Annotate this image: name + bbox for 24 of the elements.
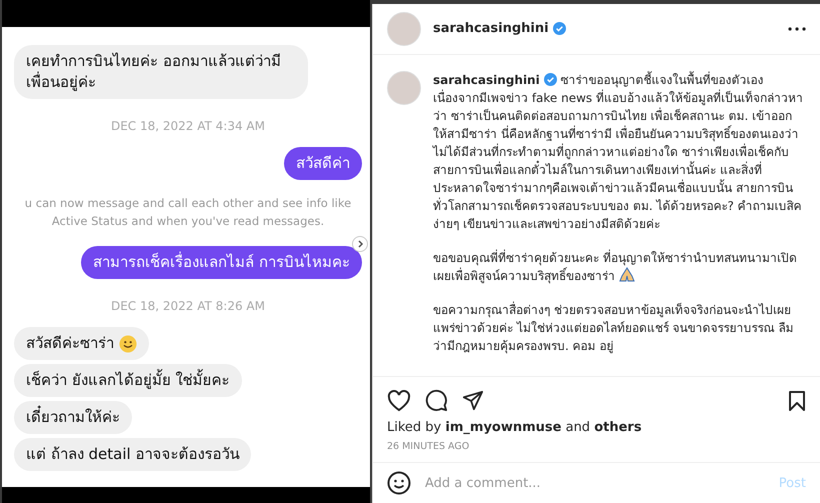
smiley-icon[interactable] (387, 471, 411, 495)
caption-text: sarahcasinghini ซาร่าขออนุญาตชี้แจงในพื้นที่ของตัวเอง เนื่องจากมีเพจข่าว fake news ที่แอบอ้างแล้วให้ข้อมูลที่เป็นเท็จกล่าวหาว่า ซาร่าเป็นคนติดต่อสอบถามการบินไทย เพื่อเช็คสถานะ ตม. เข้าออกให้สามีซาร่า นี่คือหลักฐานที่ซาร่ามี เพื่อยืนยันความบริสุทธิ์ของตนเองว่าไม่ได้มีส่วนที่กระทำตามที่ถูกกล่าวหาแต่อย่างใด ซาร่าเพียงเพื่อเช็คกับสายการบินเพื่อแลกตั๋วไมล์ในการเดินทางเพียงเท่านั้นค่ะ และสิ่งที่ประหลาดใจซาร่ามากๆคือเพจเต้าข่าวแล้วมีคนเชื่อแบบนั้น สายการบินทั่วโลกสามารถเช็คตรวจสอบระบบของ ตม. ได้ด้วยหรอคะ? คำถามเบสิคง่ายๆ เขียนข่าวและเสพข่าวอย่างมีสติด้วยค่ะ (433, 70, 804, 233)
post-time: 26 MINUTES AGO (373, 437, 820, 463)
bookmark-icon[interactable] (788, 390, 806, 412)
received-message: เช็คว่า ยังแลกได้อยู่มั้ย ใช่มั้ยคะ (14, 364, 242, 397)
received-message: แต่ ถ้าลง detail อาจจะต้องรอวัน (14, 438, 252, 471)
heart-icon[interactable] (387, 390, 411, 412)
chat-notice: Active Status and when you've read messages. (52, 213, 324, 230)
received-message: สวัสดีค่ะซาร่า (14, 327, 149, 360)
caption-text: ขอขอบคุณพี่ที่ซาร่าคุยด้วยนะคะ ที่อนุญาตให้ซาร่านำบทสนทนามาเปิดเผยเพื่อพิสูจน์ความบริสุทธิ์ของซาร่า (433, 248, 798, 285)
likes-text: Liked by im_myownmuse and others (386, 419, 643, 437)
username-link[interactable]: sarahcasinghini (433, 72, 540, 87)
username-link[interactable]: sarahcasinghini (433, 21, 549, 36)
chat-date: DEC 18, 2022 AT 8:26 AM (110, 299, 265, 313)
send-icon[interactable] (462, 390, 484, 411)
chat-date: DEC 18, 2022 AT 4:34 AM (110, 119, 265, 133)
more-options-icon[interactable] (788, 26, 806, 31)
comment-icon[interactable] (425, 389, 448, 412)
received-message: เคยทำการบินไทยค่ะ ออกมาแล้วแต่ว่ามีเพื่อนอยู่ค่ะ (14, 45, 308, 99)
sent-message: สวัสดีค่า (284, 147, 362, 180)
forward-icon[interactable] (352, 236, 368, 252)
caption-text: ขอความกรุณาสื่อต่างๆ ช่วยตรวจสอบหาข้อมูลเท็จจริงก่อนจะนำไปเผยแพร่ข่าวด้วยค่ะ ไม่ใช่ห่วงแต่ยอดไลท์ยอดแชร์ จนขาดจรรยาบรรณ ลืมว่ามีกฎหมายคุ้มครองพรบ. คอม อยู่ (433, 300, 794, 355)
received-message: เดี๋ยวถามให้ค่ะ (14, 401, 132, 434)
chat-notice: u can now message and call each other and see info like (24, 195, 352, 212)
